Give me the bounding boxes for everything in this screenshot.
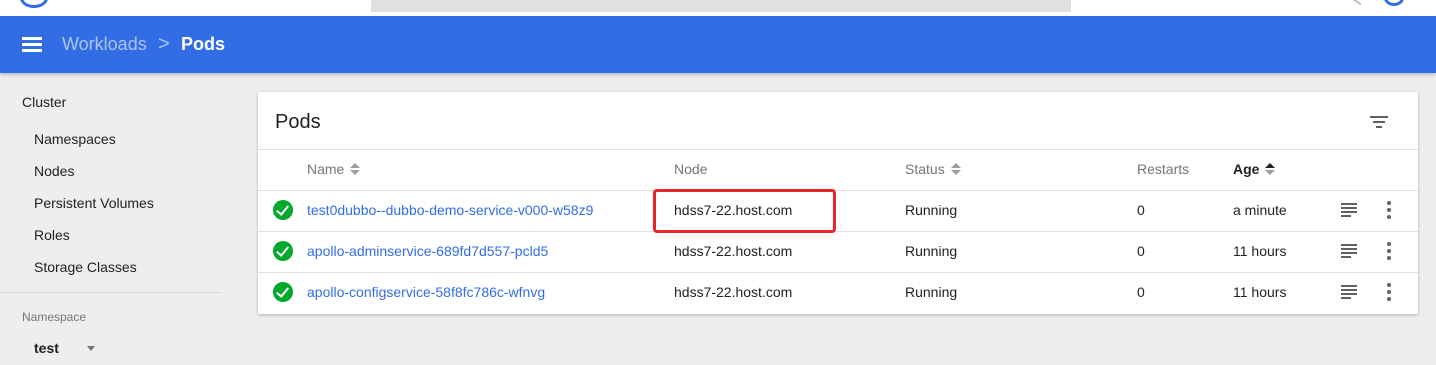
sort-icon[interactable]: [950, 163, 961, 175]
sort-icon[interactable]: [1265, 163, 1276, 175]
namespace-select[interactable]: test: [34, 340, 104, 360]
app-toolbar: Workloads > Pods: [0, 16, 1436, 73]
table-row: apollo-configservice-58f8fc786c-wfnvg hd…: [258, 272, 1418, 313]
pod-status: Running: [905, 202, 958, 218]
breadcrumb-separator: >: [158, 33, 170, 55]
logs-icon[interactable]: [1341, 285, 1357, 299]
pod-status: Running: [905, 243, 958, 259]
search-bar[interactable]: [371, 0, 1071, 12]
kubernetes-logo-icon[interactable]: [20, 0, 48, 8]
sidebar-item-namespaces[interactable]: Namespaces: [34, 131, 116, 147]
pod-restarts: 0: [1137, 284, 1145, 300]
top-divider-mark: [1350, 0, 1362, 6]
check-circle-icon: [273, 200, 293, 220]
check-circle-icon: [273, 282, 293, 302]
filter-icon[interactable]: [1368, 114, 1390, 130]
sort-icon[interactable]: [350, 163, 361, 175]
pod-restarts: 0: [1137, 202, 1145, 218]
top-strip: [0, 0, 1436, 16]
pod-name-link[interactable]: apollo-adminservice-689fd7d557-pcld5: [307, 243, 548, 259]
pod-age: 11 hours: [1233, 284, 1287, 300]
column-header-status-label: Status: [905, 161, 945, 177]
pod-node: hdss7-22.host.com: [674, 243, 793, 259]
pod-age: a minute: [1233, 202, 1287, 218]
column-header-status[interactable]: Status: [905, 161, 961, 177]
column-header-name-label: Name: [307, 161, 345, 177]
sidebar-heading-cluster[interactable]: Cluster: [22, 94, 66, 110]
check-circle-icon: [273, 241, 293, 261]
more-vert-icon[interactable]: [1386, 283, 1392, 301]
logs-icon[interactable]: [1341, 244, 1357, 258]
sidebar-item-storage-classes[interactable]: Storage Classes: [34, 259, 137, 275]
column-header-age-label: Age: [1233, 161, 1260, 177]
pod-name-link[interactable]: apollo-configservice-58f8fc786c-wfnvg: [307, 284, 545, 300]
pod-restarts: 0: [1137, 243, 1145, 259]
pod-node: hdss7-22.host.com: [674, 202, 793, 218]
pod-status: Running: [905, 284, 958, 300]
column-header-restarts: Restarts: [1137, 161, 1190, 177]
pod-name-link[interactable]: test0dubbo--dubbo-demo-service-v000-w58z…: [307, 202, 593, 218]
breadcrumb-workloads[interactable]: Workloads: [62, 34, 147, 55]
more-vert-icon[interactable]: [1386, 242, 1392, 260]
namespace-label: Namespace: [22, 310, 87, 324]
table-row: test0dubbo--dubbo-demo-service-v000-w58z…: [258, 190, 1418, 231]
breadcrumb-pods: Pods: [181, 34, 226, 54]
sidebar-item-nodes[interactable]: Nodes: [34, 163, 74, 179]
sidebar-item-persistent-volumes[interactable]: Persistent Volumes: [34, 195, 154, 211]
card-title: Pods: [275, 111, 321, 133]
sidebar-divider: [0, 292, 221, 293]
pod-node: hdss7-22.host.com: [674, 284, 793, 300]
sidebar-item-roles[interactable]: Roles: [34, 227, 70, 243]
pod-age: 11 hours: [1233, 243, 1287, 259]
sidebar-nav: Cluster Namespaces Nodes Persistent Volu…: [0, 73, 240, 365]
column-header-age[interactable]: Age: [1233, 161, 1276, 177]
table-row: apollo-adminservice-689fd7d557-pcld5 hds…: [258, 231, 1418, 272]
pods-card: Pods Name Node Status Restarts Age test0…: [258, 92, 1418, 314]
header-top-divider: [258, 149, 1418, 150]
account-icon[interactable]: [1384, 0, 1404, 6]
logs-icon[interactable]: [1341, 203, 1357, 217]
dropdown-caret-icon: [87, 346, 95, 351]
menu-icon[interactable]: [22, 37, 42, 52]
namespace-value: test: [34, 340, 59, 356]
column-header-node: Node: [674, 161, 708, 177]
column-header-name[interactable]: Name: [307, 161, 361, 177]
more-vert-icon[interactable]: [1386, 201, 1392, 219]
